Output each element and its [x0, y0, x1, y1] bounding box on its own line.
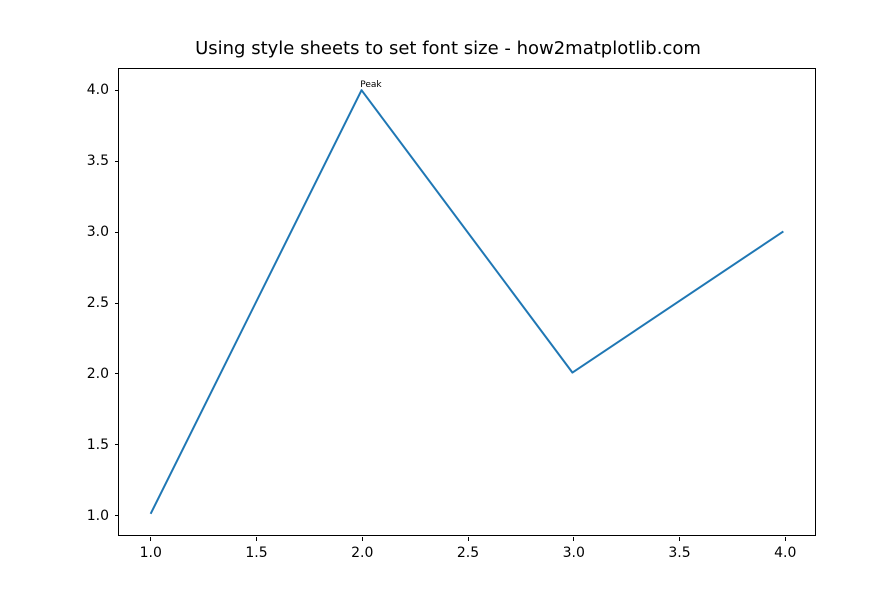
- ytick-label: 2.5: [87, 295, 109, 311]
- data-line: [151, 90, 784, 514]
- xtick-label: 4.0: [774, 545, 796, 561]
- xtick-mark: [785, 537, 786, 541]
- xtick-mark: [256, 537, 257, 541]
- xtick-mark: [573, 537, 574, 541]
- xtick-mark: [362, 537, 363, 541]
- xtick-mark: [679, 537, 680, 541]
- ytick-label: 4.0: [87, 82, 109, 98]
- ytick-mark: [115, 373, 119, 374]
- annotation-peak: Peak: [360, 80, 381, 90]
- figure: Using style sheets to set font size - ho…: [0, 0, 896, 616]
- xtick-label: 1.0: [140, 545, 162, 561]
- plot-area: [119, 69, 815, 535]
- ytick-label: 2.0: [87, 366, 109, 382]
- ytick-label: 3.5: [87, 153, 109, 169]
- ytick-mark: [115, 303, 119, 304]
- ytick-mark: [115, 90, 119, 91]
- xtick-label: 2.5: [457, 545, 479, 561]
- xtick-label: 3.0: [563, 545, 585, 561]
- chart-title: Using style sheets to set font size - ho…: [0, 38, 896, 59]
- ytick-label: 1.0: [87, 508, 109, 524]
- ytick-label: 1.5: [87, 437, 109, 453]
- ytick-mark: [115, 515, 119, 516]
- axes-frame: Peak 1.0 1.5 2.0 2.5 3.0 3.5 4.0 1.0 1.5…: [118, 68, 816, 536]
- ytick-label: 3.0: [87, 224, 109, 240]
- xtick-label: 2.0: [351, 545, 373, 561]
- xtick-label: 3.5: [668, 545, 690, 561]
- ytick-mark: [115, 232, 119, 233]
- ytick-mark: [115, 161, 119, 162]
- ytick-mark: [115, 444, 119, 445]
- xtick-label: 1.5: [245, 545, 267, 561]
- xtick-mark: [150, 537, 151, 541]
- xtick-mark: [468, 537, 469, 541]
